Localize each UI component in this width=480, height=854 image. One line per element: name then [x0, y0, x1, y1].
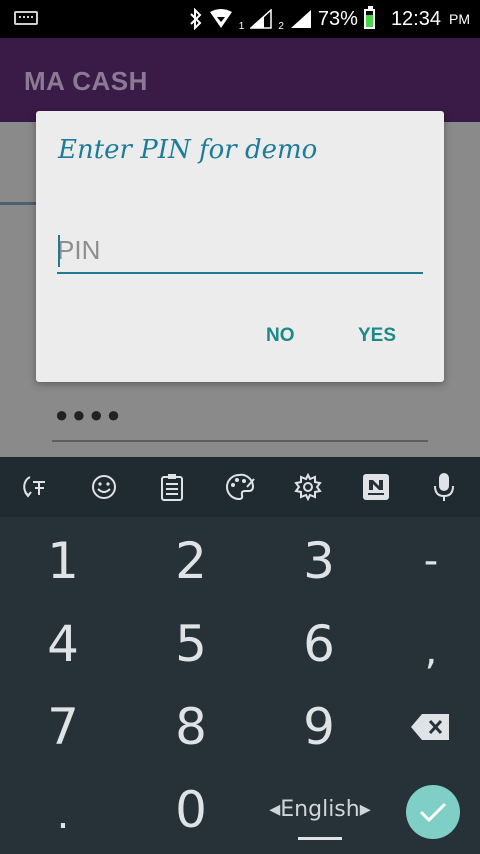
translate-icon[interactable] [12, 463, 60, 511]
news-icon[interactable] [352, 463, 400, 511]
no-button[interactable]: NO [256, 319, 305, 353]
signal-sim2-icon [290, 10, 311, 28]
emoji-icon[interactable] [80, 463, 128, 511]
clock-ampm: PM [449, 11, 470, 27]
keyboard-notification-icon [14, 11, 38, 25]
key-9[interactable]: 9 [274, 697, 364, 757]
enter-button[interactable] [406, 785, 460, 839]
text-cursor [58, 235, 60, 267]
wifi-icon [209, 9, 232, 28]
keyboard-toolbar [0, 457, 480, 517]
battery-percent: 73% [317, 7, 358, 30]
dialog-title: Enter PIN for demo [58, 135, 318, 165]
backspace-icon[interactable] [410, 713, 450, 741]
yes-button[interactable]: YES [348, 319, 406, 353]
numeric-keyboard: 1 2 3 - 4 5 6 , 7 8 9 . 0 ◂English▸ [0, 517, 480, 854]
key-4[interactable]: 4 [18, 614, 108, 674]
key-period[interactable]: . [18, 785, 108, 845]
status-icons: 1 2 73% 12:34 PM [189, 6, 470, 32]
key-3[interactable]: 3 [274, 531, 364, 591]
pin-dialog: Enter PIN for demo NO YES [36, 111, 444, 382]
app-bar: MA CASH [0, 38, 480, 122]
key-1[interactable]: 1 [18, 531, 108, 591]
signal-sim1-icon [250, 9, 273, 29]
key-7[interactable]: 7 [18, 697, 108, 757]
tab-indicator [0, 202, 40, 205]
key-6[interactable]: 6 [274, 614, 364, 674]
clipboard-icon[interactable] [148, 463, 196, 511]
app-title: MA CASH [24, 66, 148, 96]
settings-icon[interactable] [284, 463, 332, 511]
key-minus[interactable]: - [386, 531, 476, 591]
pin-input[interactable] [57, 228, 423, 274]
password-field-underline [52, 440, 428, 442]
key-5[interactable]: 5 [146, 614, 236, 674]
microphone-icon[interactable] [420, 463, 468, 511]
checkmark-icon [419, 802, 447, 823]
language-switch[interactable]: ◂English▸ [255, 795, 385, 825]
key-comma[interactable]: , [386, 621, 476, 681]
key-0[interactable]: 0 [146, 780, 236, 840]
theme-palette-icon[interactable] [216, 463, 264, 511]
bluetooth-icon [190, 8, 202, 30]
sim1-label: 1 [238, 21, 245, 32]
key-8[interactable]: 8 [146, 697, 236, 757]
status-bar: 1 2 73% 12:34 PM [0, 0, 480, 38]
password-field-dots: ●●●● [55, 402, 125, 427]
key-2[interactable]: 2 [146, 531, 236, 591]
battery-icon [363, 6, 375, 29]
sim2-label: 2 [278, 21, 284, 32]
spacebar-indicator [298, 837, 342, 840]
clock-time: 12:34 [390, 7, 441, 30]
